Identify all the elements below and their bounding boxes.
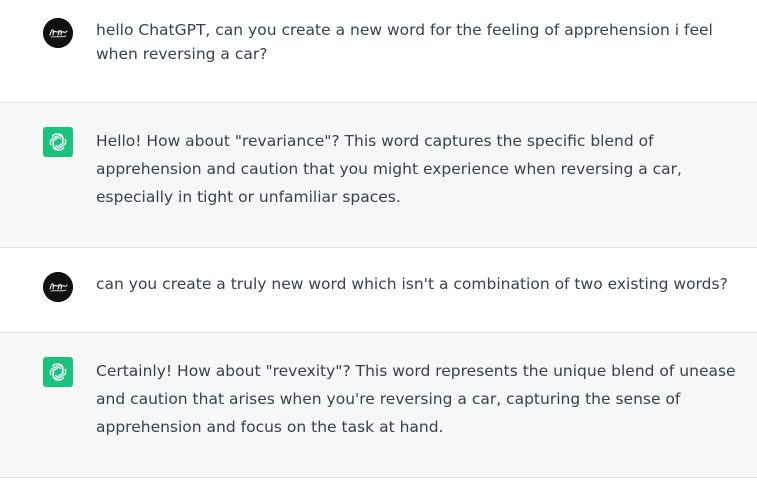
openai-logo-icon [49,363,67,381]
assistant-message: Hello! How about "revariance"? This word… [0,103,757,247]
assistant-avatar [43,357,73,387]
user-signature-avatar-icon [43,272,73,302]
user-avatar [43,18,73,48]
user-message: can you create a truly new word which is… [0,248,757,332]
chat-conversation: hello ChatGPT, can you create a new word… [0,0,757,499]
message-text: Certainly! How about "revexity"? This wo… [96,362,736,436]
divider [0,477,757,478]
message-text: hello ChatGPT, can you create a new word… [96,21,713,63]
assistant-avatar [43,127,73,157]
message-text: can you create a truly new word which is… [96,275,728,293]
openai-logo-icon [49,133,67,151]
user-message: hello ChatGPT, can you create a new word… [0,0,757,102]
assistant-message: Certainly! How about "revexity"? This wo… [0,333,757,477]
user-avatar [43,272,73,302]
message-text: Hello! How about "revariance"? This word… [96,132,682,206]
user-signature-avatar-icon [43,18,73,48]
